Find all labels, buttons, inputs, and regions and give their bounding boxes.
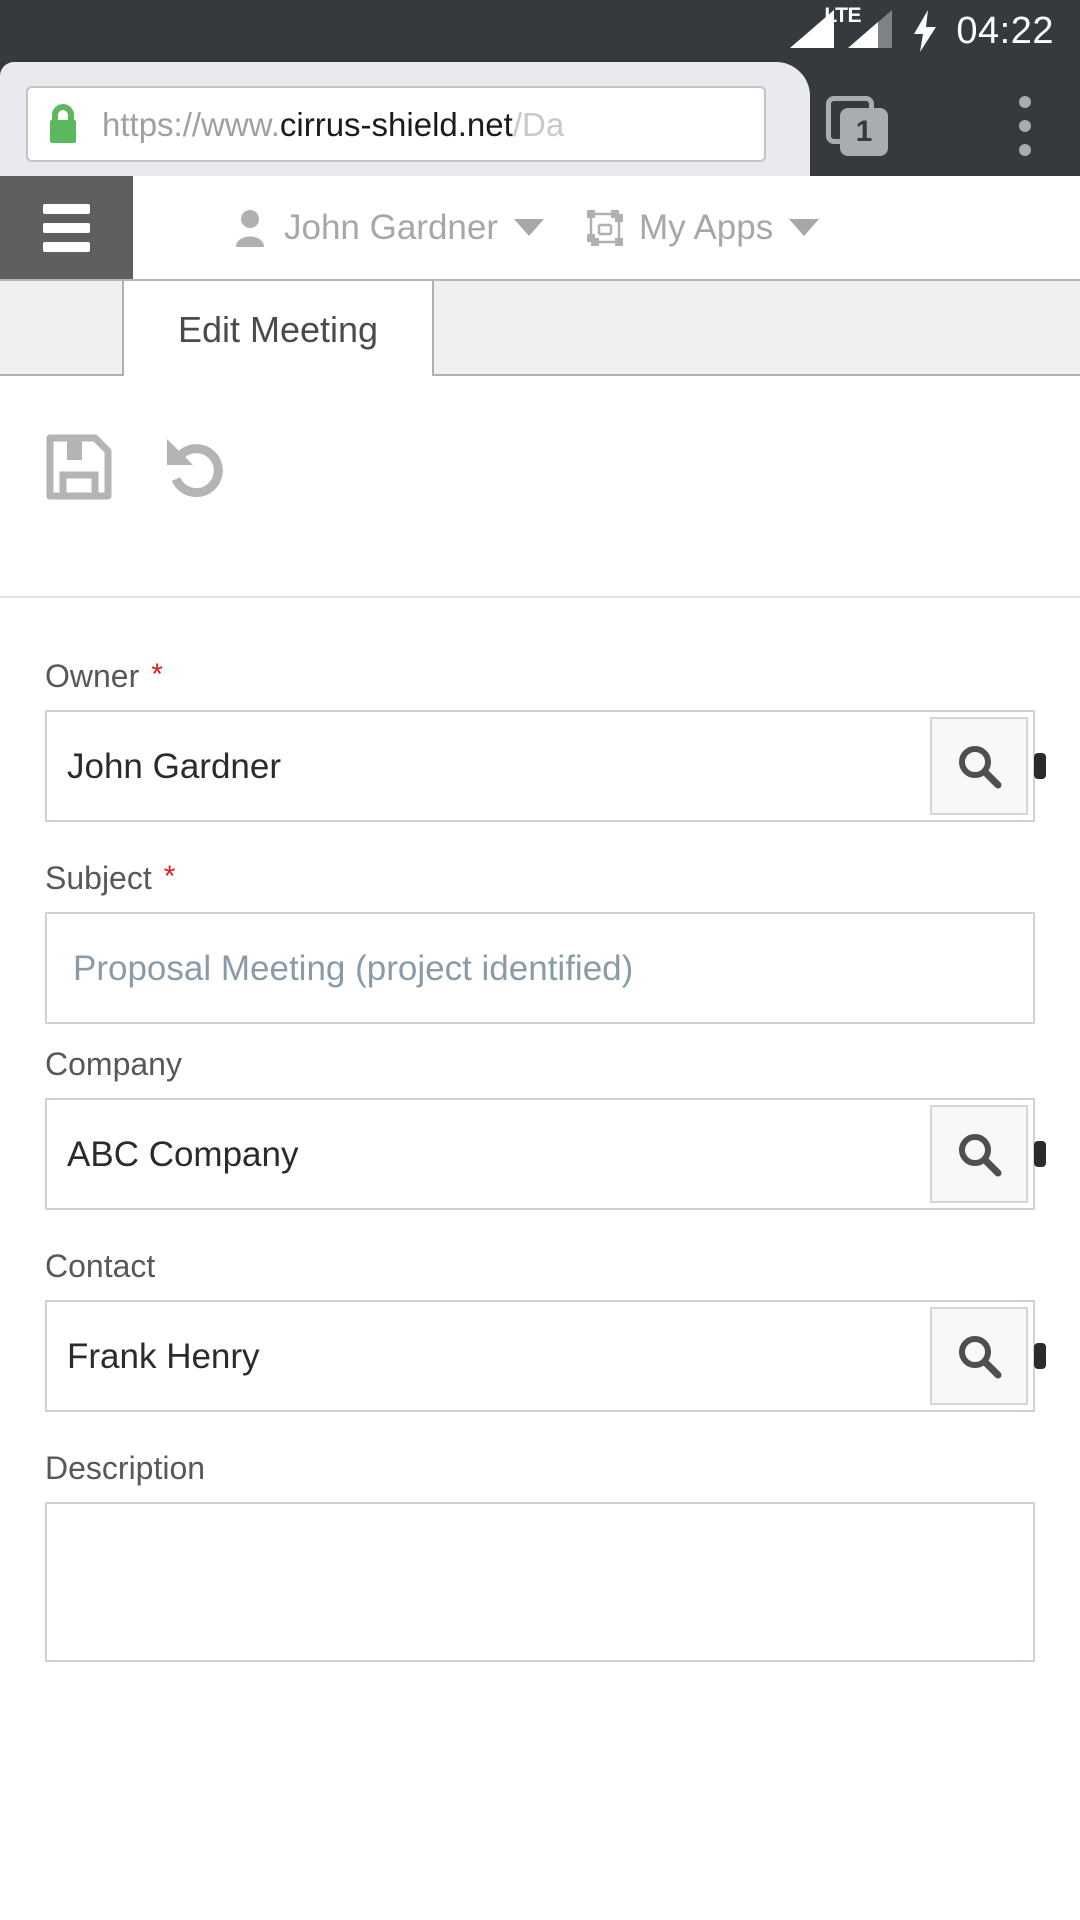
field-company: Company ABC Company bbox=[45, 1048, 1035, 1210]
company-input-value: ABC Company bbox=[47, 1137, 298, 1172]
chevron-down-icon bbox=[789, 219, 819, 236]
tab-stub-left[interactable] bbox=[0, 281, 124, 376]
app-nav-bar: John Gardner My Apps bbox=[0, 176, 1080, 281]
field-description-label: Description bbox=[45, 1452, 1035, 1484]
tab-edit-meeting-label: Edit Meeting bbox=[178, 312, 378, 348]
search-magnifier-icon bbox=[955, 742, 1003, 790]
undo-button[interactable] bbox=[140, 412, 250, 522]
tab-count-label: 1 bbox=[840, 108, 888, 156]
tab-edit-meeting[interactable]: Edit Meeting bbox=[124, 281, 432, 378]
edit-meeting-form: Owner * John Gardner Subject * Proposal … bbox=[0, 600, 1080, 1920]
undo-arrow-icon bbox=[159, 431, 231, 503]
field-subject-label-text: Subject bbox=[45, 862, 152, 894]
nav-user-label: John Gardner bbox=[284, 210, 498, 245]
url-text: https://www.cirrus-shield.net/Da bbox=[102, 108, 564, 141]
nav-apps-menu[interactable]: My Apps bbox=[585, 176, 819, 279]
field-description-label-text: Description bbox=[45, 1452, 205, 1484]
status-bar: LTE 04:22 bbox=[0, 0, 1080, 62]
field-contact-label-text: Contact bbox=[45, 1250, 155, 1282]
tab-counter-button[interactable]: 1 bbox=[826, 96, 892, 156]
tab-stub-right[interactable] bbox=[432, 281, 1080, 376]
field-owner-label-text: Owner bbox=[45, 660, 139, 692]
url-scheme: https://www. bbox=[102, 106, 280, 143]
signal-bars-icon: LTE bbox=[788, 10, 840, 52]
field-contact: Contact Frank Henry bbox=[45, 1250, 1035, 1412]
field-company-label-text: Company bbox=[45, 1048, 182, 1080]
subject-input-placeholder: Proposal Meeting (project identified) bbox=[47, 951, 633, 986]
field-owner-label: Owner * bbox=[45, 660, 1035, 692]
chevron-down-icon bbox=[514, 219, 544, 236]
url-path: /Da bbox=[513, 106, 564, 143]
hamburger-menu-icon[interactable] bbox=[0, 176, 133, 279]
owner-lookup-button[interactable] bbox=[930, 717, 1028, 815]
contact-lookup-button[interactable] bbox=[930, 1307, 1028, 1405]
signal-bars-secondary-icon bbox=[846, 10, 898, 52]
user-person-icon bbox=[230, 207, 270, 249]
company-input[interactable]: ABC Company bbox=[45, 1098, 1035, 1210]
form-toolbar bbox=[0, 378, 1080, 598]
field-owner: Owner * John Gardner bbox=[45, 660, 1035, 822]
url-host: cirrus-shield.net bbox=[280, 106, 513, 143]
field-subject: Subject * Proposal Meeting (project iden… bbox=[45, 862, 1035, 1024]
save-button[interactable] bbox=[24, 412, 134, 522]
lock-secure-icon bbox=[46, 104, 80, 144]
status-icons: LTE 04:22 bbox=[788, 10, 1054, 52]
company-lookup-button[interactable] bbox=[930, 1105, 1028, 1203]
company-field-edge-handle bbox=[1034, 1141, 1046, 1167]
field-subject-label: Subject * bbox=[45, 862, 1035, 894]
battery-charging-bolt-icon bbox=[912, 10, 938, 52]
save-floppy-disk-icon bbox=[43, 431, 115, 503]
nav-user-menu[interactable]: John Gardner bbox=[230, 176, 544, 279]
description-textarea[interactable] bbox=[45, 1502, 1035, 1662]
search-magnifier-icon bbox=[955, 1332, 1003, 1380]
search-magnifier-icon bbox=[955, 1130, 1003, 1178]
contact-input[interactable]: Frank Henry bbox=[45, 1300, 1035, 1412]
browser-chrome: https://www.cirrus-shield.net/Da 1 bbox=[0, 62, 1080, 176]
required-marker: * bbox=[164, 862, 176, 892]
apps-grid-icon bbox=[585, 207, 625, 249]
owner-input[interactable]: John Gardner bbox=[45, 710, 1035, 822]
field-contact-label: Contact bbox=[45, 1250, 1035, 1282]
tab-strip: Edit Meeting bbox=[0, 281, 1080, 378]
field-description: Description bbox=[45, 1452, 1035, 1662]
more-vertical-icon[interactable] bbox=[1000, 90, 1050, 162]
nav-apps-label: My Apps bbox=[639, 210, 773, 245]
url-bar[interactable]: https://www.cirrus-shield.net/Da bbox=[26, 86, 766, 162]
field-company-label: Company bbox=[45, 1048, 1035, 1080]
subject-input[interactable]: Proposal Meeting (project identified) bbox=[45, 912, 1035, 1024]
owner-field-edge-handle bbox=[1034, 753, 1046, 779]
owner-input-value: John Gardner bbox=[47, 749, 281, 784]
status-clock: 04:22 bbox=[956, 12, 1054, 50]
required-marker: * bbox=[151, 660, 163, 690]
contact-input-value: Frank Henry bbox=[47, 1339, 260, 1374]
contact-field-edge-handle bbox=[1034, 1343, 1046, 1369]
